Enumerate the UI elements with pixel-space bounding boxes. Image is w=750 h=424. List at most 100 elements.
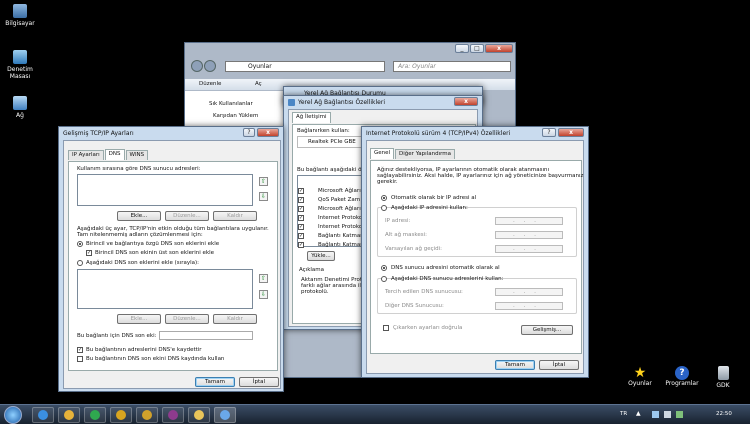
minimize-button[interactable]: _ (455, 44, 469, 53)
tab-networking[interactable]: Ağ İletişimi (292, 112, 331, 123)
register-checkbox[interactable]: ✓ (77, 347, 83, 353)
breadcrumb[interactable]: Oyunlar (248, 63, 272, 70)
search-placeholder: Ara: Oyunlar (398, 63, 436, 70)
append-parent-label[interactable]: Birincil DNS son ekinin üst son eklerini… (95, 250, 214, 256)
ok-button[interactable]: Tamam (495, 360, 535, 370)
dns-remove-button[interactable]: Kaldır (213, 211, 257, 221)
taskbar-item-network[interactable] (214, 407, 236, 423)
desktop-icon-computer[interactable]: Bilgisayar (0, 4, 40, 27)
suffix-add-button[interactable]: Ekle... (117, 314, 161, 324)
address-bar[interactable]: Oyunlar (225, 61, 385, 72)
install-button[interactable]: Yükle... (307, 251, 335, 261)
network-tray-icon[interactable] (652, 411, 659, 418)
suffix-list[interactable] (77, 269, 253, 309)
auto-dns-label[interactable]: DNS sunucu adresini otomatik olarak al (391, 265, 500, 271)
item-checkbox[interactable]: ✓ (298, 233, 304, 239)
tab-general[interactable]: Genel (370, 148, 395, 159)
start-button[interactable] (4, 406, 22, 424)
validate-label[interactable]: Çıkarken ayarları doğrula (393, 325, 462, 331)
append-primary-label[interactable]: Birincil ve bağlantıya özgü DNS son ekle… (86, 241, 219, 247)
gateway-field[interactable]: ... (495, 245, 563, 253)
tray-arrow-icon[interactable]: ▲ (636, 410, 641, 417)
tab-alternate[interactable]: Diğer Yapılandırma (395, 149, 455, 159)
append-these-label[interactable]: Aşağıdaki DNS son eklerini ekle (sırayla… (86, 260, 199, 266)
taskbar-item-winrar[interactable] (162, 407, 184, 423)
suffix-input[interactable] (159, 331, 253, 340)
clock[interactable]: 22:50 (716, 411, 732, 417)
move-up-button[interactable]: ⇧ (259, 177, 268, 186)
search-input[interactable]: Ara: Oyunlar (393, 61, 511, 72)
advanced-tcpip-window[interactable]: Gelişmiş TCP/IP Ayarları ? x IP Ayarları… (58, 126, 284, 392)
menu-open[interactable]: Aç (255, 81, 262, 87)
tab-ip-settings[interactable]: IP Ayarları (68, 150, 104, 160)
validate-checkbox[interactable] (383, 325, 389, 331)
dns-server-list[interactable] (77, 174, 253, 206)
alternate-dns-field[interactable]: ... (495, 302, 563, 310)
desktop-icon-network[interactable]: Ağ (0, 96, 40, 119)
taskbar-item-ie[interactable] (32, 407, 54, 423)
tab-wins[interactable]: WINS (125, 150, 149, 160)
menu-organize[interactable]: Düzenle (199, 81, 221, 87)
volume-icon[interactable] (664, 411, 671, 418)
append-these-radio[interactable] (77, 260, 83, 266)
desktop-icon-control-panel[interactable]: Denetim Masası (0, 50, 40, 80)
back-button[interactable] (191, 60, 203, 72)
auto-ip-label[interactable]: Otomatik olarak bir IP adresi al (391, 195, 476, 201)
nav-item-downloads[interactable]: Karşıdan Yüklem (213, 113, 258, 119)
item-checkbox[interactable]: ✓ (298, 242, 304, 248)
maximize-button[interactable]: □ (470, 44, 484, 53)
ip-address-field[interactable]: ... (495, 217, 563, 225)
auto-ip-radio[interactable] (381, 195, 387, 201)
close-button[interactable]: x (454, 97, 478, 106)
desktop-icon-gdk[interactable]: GDK (703, 366, 743, 389)
suffix-down-button[interactable]: ⇩ (259, 290, 268, 299)
manual-ip-radio[interactable] (381, 205, 387, 211)
forward-button[interactable] (204, 60, 216, 72)
nav-item-favorites[interactable]: Sık Kullanılanlar (209, 101, 253, 107)
suffix-up-button[interactable]: ⇧ (259, 274, 268, 283)
cancel-button[interactable]: İptal (239, 377, 279, 387)
preferred-dns-field[interactable]: ... (495, 288, 563, 296)
taskbar-item-app[interactable] (84, 407, 106, 423)
ipv4-window[interactable]: Internet Protokolü sürüm 4 (TCP/IPv4) Öz… (361, 126, 589, 378)
suffix-remove-button[interactable]: Kaldır (213, 314, 257, 324)
auto-dns-radio[interactable] (381, 265, 387, 271)
use-suffix-label[interactable]: Bu bağlantının DNS son ekini DNS kaydınd… (86, 356, 224, 362)
adapter-name: Realtek PCIe GBE (308, 139, 356, 145)
close-button[interactable]: x (558, 128, 584, 137)
suffix-edit-button[interactable]: Düzenle... (165, 314, 209, 324)
taskbar-item-explorer[interactable] (188, 407, 210, 423)
help-button[interactable]: ? (542, 128, 556, 137)
manual-dns-radio[interactable] (381, 276, 387, 282)
taskbar-item-chrome[interactable] (58, 407, 80, 423)
use-suffix-checkbox[interactable] (77, 356, 83, 362)
item-checkbox[interactable]: ✓ (298, 188, 304, 194)
subnet-mask-field[interactable]: ... (495, 231, 563, 239)
register-label[interactable]: Bu bağlantının adreslerini DNS'e kaydett… (86, 347, 202, 353)
close-button[interactable]: x (257, 128, 279, 137)
append-parent-checkbox[interactable]: ✓ (86, 250, 92, 256)
note-line: Tam nitelenmemiş adların çözümlenmesi iç… (77, 232, 203, 238)
power-icon[interactable] (676, 411, 683, 418)
help-button[interactable]: ? (243, 128, 255, 137)
item-checkbox[interactable]: ✓ (298, 224, 304, 230)
desktop-icon-programs[interactable]: ? Programlar (662, 366, 702, 387)
taskbar-item-media[interactable] (136, 407, 158, 423)
desktop-icon-games[interactable]: ★ Oyunlar (620, 366, 660, 387)
dns-edit-button[interactable]: Düzenle... (165, 211, 209, 221)
item-checkbox[interactable]: ✓ (298, 215, 304, 221)
ok-button[interactable]: Tamam (195, 377, 235, 387)
append-primary-radio[interactable] (77, 241, 83, 247)
item-checkbox[interactable]: ✓ (298, 197, 304, 203)
close-button[interactable]: x (485, 44, 513, 53)
dns-add-button[interactable]: Ekle... (117, 211, 161, 221)
item-checkbox[interactable]: ✓ (298, 206, 304, 212)
advanced-button[interactable]: Gelişmiş... (521, 325, 573, 335)
manual-dns-label[interactable]: Aşağıdaki DNS sunucu adreslerini kullan: (391, 276, 504, 282)
move-down-button[interactable]: ⇩ (259, 192, 268, 201)
language-indicator[interactable]: TR (620, 411, 627, 417)
taskbar-item-winamp[interactable] (110, 407, 132, 423)
tab-dns[interactable]: DNS (104, 149, 125, 160)
manual-ip-label[interactable]: Aşağıdaki IP adresini kullan: (391, 205, 468, 211)
cancel-button[interactable]: İptal (539, 360, 579, 370)
